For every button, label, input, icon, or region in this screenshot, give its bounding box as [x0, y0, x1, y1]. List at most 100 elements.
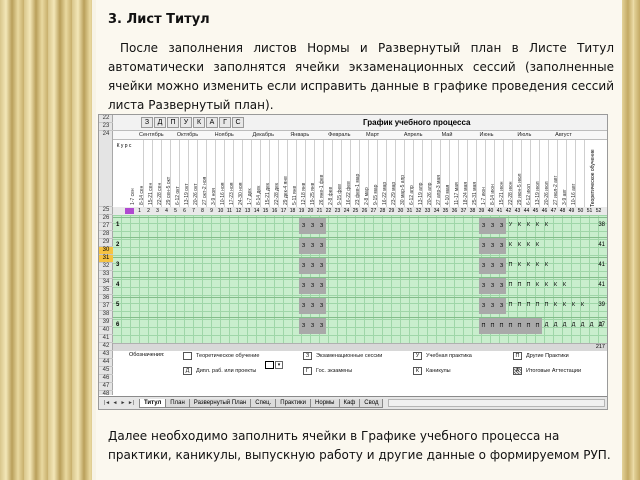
winter-session-block[interactable]: ЗЗЗ: [299, 278, 326, 294]
row-number[interactable]: 29: [99, 239, 113, 247]
winter-session-block[interactable]: ЗЗЗ: [299, 238, 326, 254]
vacation-cell[interactable]: К: [578, 302, 587, 308]
session-cell[interactable]: З: [308, 283, 317, 289]
session-cell[interactable]: З: [317, 223, 326, 229]
symbol-button[interactable]: К: [193, 117, 205, 128]
vacation-cell[interactable]: Д: [560, 322, 569, 328]
vacation-cell[interactable]: П: [524, 302, 533, 308]
symbol-button[interactable]: А: [206, 117, 218, 128]
session-cell[interactable]: З: [497, 283, 506, 289]
vacation-cell[interactable]: У: [506, 222, 515, 228]
session-cell[interactable]: З: [479, 243, 488, 249]
session-cell[interactable]: З: [479, 303, 488, 309]
session-cell[interactable]: З: [488, 243, 497, 249]
session-cell[interactable]: З: [308, 223, 317, 229]
session-cell[interactable]: П: [515, 323, 524, 329]
vacation-cell[interactable]: П: [515, 282, 524, 288]
row-number[interactable]: 44: [99, 359, 113, 367]
vacation-cell[interactable]: К: [551, 282, 560, 288]
row-number[interactable]: 33: [99, 271, 113, 279]
course-row[interactable]: 4 З З З З З З П П П К К К К 41: [113, 277, 607, 294]
row-number[interactable]: 30: [99, 247, 113, 255]
sheet-tab[interactable]: Развернутый План: [188, 398, 252, 408]
vacation-cell[interactable]: К: [569, 302, 578, 308]
vacation-cell[interactable]: К: [560, 282, 569, 288]
vacation-marks[interactable]: ПППППКККК: [506, 302, 587, 308]
session-cell[interactable]: З: [479, 283, 488, 289]
row-number[interactable]: 36: [99, 295, 113, 303]
tab-nav-arrow-icon[interactable]: ►: [119, 399, 127, 407]
row-number[interactable]: 43: [99, 351, 113, 359]
sheet-tab[interactable]: Нормы: [310, 398, 340, 408]
course-row[interactable]: 6ЗЗЗПППППППДДДДДДДДД17: [113, 317, 607, 334]
session-cell[interactable]: З: [497, 303, 506, 309]
session-cell[interactable]: З: [488, 283, 497, 289]
vacation-marks[interactable]: ПКККК: [506, 262, 551, 268]
vacation-cell[interactable]: Д: [587, 322, 596, 328]
winter-session-block[interactable]: ЗЗЗ: [299, 218, 326, 234]
vacation-cell[interactable]: П: [515, 302, 524, 308]
session-cell[interactable]: П: [488, 323, 497, 329]
vacation-cell[interactable]: К: [560, 302, 569, 308]
vacation-marks[interactable]: КККК: [506, 242, 542, 248]
vacation-cell[interactable]: К: [515, 262, 524, 268]
row-number[interactable]: 26: [99, 215, 113, 223]
summer-session-block[interactable]: ЗЗЗ: [479, 238, 506, 254]
session-cell[interactable]: П: [479, 323, 488, 329]
vacation-cell[interactable]: К: [515, 222, 524, 228]
sheet-tab[interactable]: Свод: [359, 398, 384, 408]
session-cell[interactable]: З: [488, 223, 497, 229]
symbol-button[interactable]: Д: [154, 117, 166, 128]
row-number[interactable]: 40: [99, 327, 113, 335]
symbol-button[interactable]: З: [141, 117, 153, 128]
session-cell[interactable]: З: [497, 243, 506, 249]
vacation-marks[interactable]: УКККК: [506, 222, 551, 228]
session-cell[interactable]: З: [299, 323, 308, 329]
vacation-cell[interactable]: К: [506, 242, 515, 248]
row-number[interactable]: 28: [99, 231, 113, 239]
winter-session-block[interactable]: ЗЗЗ: [299, 298, 326, 314]
session-cell[interactable]: З: [317, 303, 326, 309]
row-number[interactable]: 22: [99, 115, 113, 123]
vacation-cell[interactable]: П: [506, 262, 515, 268]
vacation-cell[interactable]: К: [551, 302, 560, 308]
course-row[interactable]: 3 З З З З З З П К К К К 41: [113, 257, 607, 274]
vacation-cell[interactable]: К: [533, 222, 542, 228]
row-number[interactable]: 23: [99, 123, 113, 131]
summer-session-block[interactable]: ЗЗЗ: [479, 218, 506, 234]
vacation-cell[interactable]: К: [533, 282, 542, 288]
row-number[interactable]: 42: [99, 343, 113, 351]
session-cell[interactable]: З: [479, 263, 488, 269]
row-number[interactable]: 37: [99, 303, 113, 311]
vacation-cell[interactable]: Д: [605, 322, 607, 328]
vacation-cell[interactable]: К: [542, 222, 551, 228]
session-cell[interactable]: З: [497, 263, 506, 269]
session-cell[interactable]: З: [317, 243, 326, 249]
symbol-button[interactable]: П: [167, 117, 179, 128]
vacation-cell[interactable]: П: [524, 282, 533, 288]
vacation-cell[interactable]: П: [533, 302, 542, 308]
vacation-cell[interactable]: П: [506, 282, 515, 288]
session-cell[interactable]: З: [299, 263, 308, 269]
vacation-cell[interactable]: Д: [569, 322, 578, 328]
row-number[interactable]: 31: [99, 255, 113, 263]
vacation-cell[interactable]: К: [524, 242, 533, 248]
session-cell[interactable]: П: [524, 323, 533, 329]
summer-session-block[interactable]: ЗЗЗ: [479, 278, 506, 294]
row-number[interactable]: 35: [99, 287, 113, 295]
session-cell[interactable]: З: [488, 263, 497, 269]
sheet-tab[interactable]: Практики: [275, 398, 312, 408]
session-cell[interactable]: З: [317, 263, 326, 269]
session-cell[interactable]: З: [299, 223, 308, 229]
session-cell[interactable]: З: [308, 303, 317, 309]
session-cell[interactable]: П: [497, 323, 506, 329]
session-cell[interactable]: П: [506, 323, 515, 329]
summer-session-block[interactable]: ППППППП: [479, 318, 542, 334]
sheet-tab[interactable]: План: [165, 398, 190, 408]
row-number[interactable]: 46: [99, 375, 113, 383]
summer-session-block[interactable]: ЗЗЗ: [479, 298, 506, 314]
summer-session-block[interactable]: ЗЗЗ: [479, 258, 506, 274]
vacation-cell[interactable]: Д: [578, 322, 587, 328]
vacation-cell[interactable]: П: [506, 302, 515, 308]
vacation-cell[interactable]: К: [533, 262, 542, 268]
